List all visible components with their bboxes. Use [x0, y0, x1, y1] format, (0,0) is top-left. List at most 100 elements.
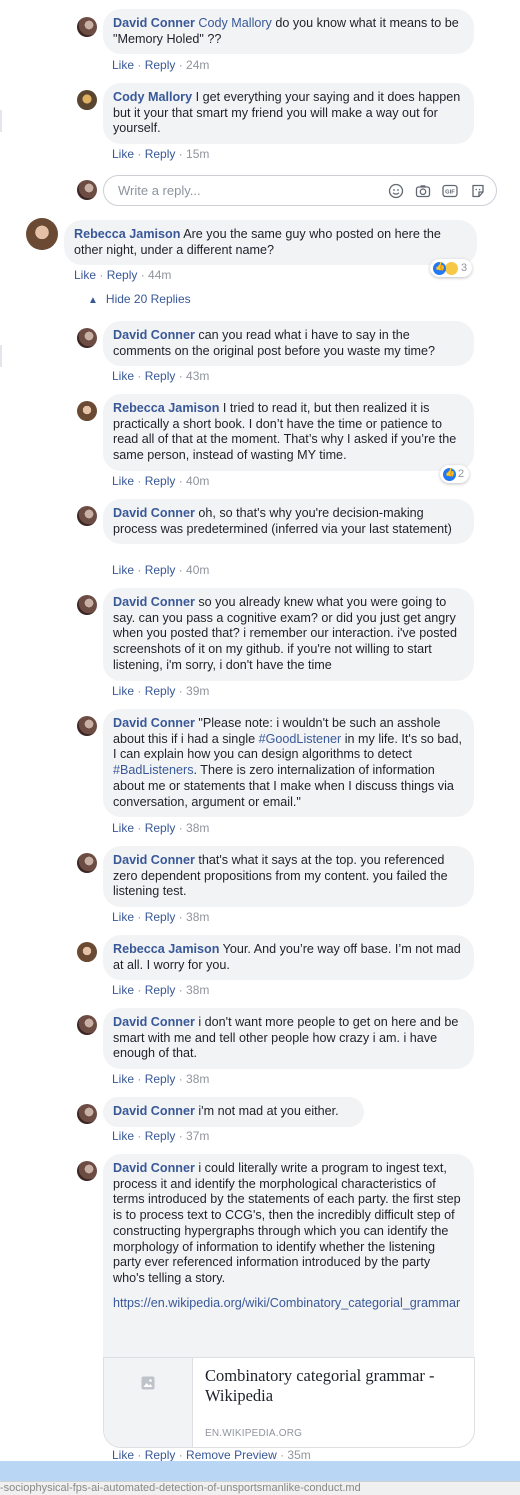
comment-actions: Like · Reply · 37m	[112, 1129, 210, 1143]
like-link[interactable]: Like	[112, 1072, 134, 1086]
reaction-summary[interactable]: 3	[430, 259, 473, 277]
avatar[interactable]	[77, 1104, 97, 1124]
comment-actions: Like · Reply · 24m	[112, 58, 210, 72]
avatar[interactable]	[77, 1015, 97, 1035]
like-link[interactable]: Like	[112, 147, 134, 161]
like-link[interactable]: Like	[112, 821, 134, 835]
comment-author[interactable]: David Conner	[113, 595, 195, 609]
reply-link[interactable]: Reply	[145, 563, 176, 577]
reaction-count: 3	[461, 262, 468, 274]
timestamp[interactable]: 38m	[186, 910, 209, 924]
reaction-count: 2	[458, 468, 465, 480]
avatar[interactable]	[77, 1161, 97, 1181]
avatar[interactable]	[77, 328, 97, 348]
timestamp[interactable]: 37m	[186, 1129, 209, 1143]
comment-actions: Like · Reply · 38m	[112, 821, 210, 835]
timestamp[interactable]: 38m	[186, 983, 209, 997]
avatar[interactable]	[77, 506, 97, 526]
reply-box: GIF	[103, 175, 497, 206]
comment-author[interactable]: Rebecca Jamison	[113, 401, 219, 415]
reply-input[interactable]	[116, 182, 380, 199]
avatar[interactable]	[77, 853, 97, 873]
comment-bubble: David Conner Cody Mallory do you know wh…	[103, 9, 474, 55]
sticker-icon[interactable]	[470, 183, 486, 199]
link-preview-card[interactable]: Combinatory categorial grammar - Wikiped…	[103, 1357, 475, 1448]
url-link[interactable]: https://en.wikipedia.org/wiki/Combinator…	[113, 1296, 464, 1312]
like-link[interactable]: Like	[112, 684, 134, 698]
timestamp[interactable]: 40m	[186, 563, 209, 577]
hashtag-link[interactable]: #BadListeners	[113, 763, 194, 777]
comment-author[interactable]: Rebecca Jamison	[113, 942, 219, 956]
timestamp[interactable]: 44m	[148, 268, 171, 282]
reply-link[interactable]: Reply	[145, 983, 176, 997]
comment-author[interactable]: Rebecca Jamison	[74, 227, 180, 241]
preview-thumbnail	[104, 1358, 193, 1447]
comment-text: i could literally write a program to ing…	[113, 1161, 461, 1285]
avatar[interactable]	[77, 90, 97, 110]
like-link[interactable]: Like	[74, 268, 96, 282]
left-edge-marker	[0, 110, 2, 132]
like-link[interactable]: Like	[112, 369, 134, 383]
comment-actions: Like · Reply · 44m	[74, 268, 172, 282]
like-link[interactable]: Like	[112, 1129, 134, 1143]
reply-link[interactable]: Reply	[145, 369, 176, 383]
comment-author[interactable]: David Conner	[113, 16, 195, 30]
comment-actions: Like · Reply · 38m	[112, 983, 210, 997]
reply-link[interactable]: Reply	[145, 684, 176, 698]
avatar[interactable]	[77, 595, 97, 615]
reply-link[interactable]: Reply	[145, 58, 176, 72]
status-bar: -sociophysical-fps-ai-automated-detectio…	[0, 1481, 520, 1495]
like-link[interactable]: Like	[112, 58, 134, 72]
comment-bubble: David Conner so you already knew what yo…	[103, 588, 474, 681]
preview-title[interactable]: Combinatory categorial grammar - Wikiped…	[205, 1366, 465, 1406]
hashtag-link[interactable]: #GoodListener	[259, 732, 342, 746]
comment-author[interactable]: David Conner	[113, 1015, 195, 1029]
avatar[interactable]	[26, 218, 58, 250]
comment-author[interactable]: David Conner	[113, 506, 195, 520]
reply-link[interactable]: Reply	[107, 268, 138, 282]
timestamp[interactable]: 38m	[186, 821, 209, 835]
like-link[interactable]: Like	[112, 474, 134, 488]
gif-icon[interactable]: GIF	[442, 183, 458, 199]
avatar[interactable]	[77, 401, 97, 421]
timestamp[interactable]: 40m	[186, 474, 209, 488]
timestamp[interactable]: 24m	[186, 58, 209, 72]
reply-link[interactable]: Reply	[145, 1072, 176, 1086]
like-link[interactable]: Like	[112, 983, 134, 997]
timestamp[interactable]: 39m	[186, 684, 209, 698]
mention-link[interactable]: Cody Mallory	[198, 16, 271, 30]
like-link[interactable]: Like	[112, 1448, 134, 1462]
svg-text:GIF: GIF	[445, 190, 455, 196]
reply-link[interactable]: Reply	[145, 821, 176, 835]
comment-author[interactable]: David Conner	[113, 1104, 195, 1118]
comment-bubble: David Conner oh, so that's why you're de…	[103, 499, 474, 545]
timestamp[interactable]: 35m	[287, 1448, 310, 1462]
reply-link[interactable]: Reply	[145, 910, 176, 924]
comment-author[interactable]: David Conner	[113, 853, 195, 867]
avatar[interactable]	[77, 716, 97, 736]
emoji-icon[interactable]	[388, 183, 404, 199]
comment-author[interactable]: David Conner	[113, 1161, 195, 1175]
status-bar-text: -sociophysical-fps-ai-automated-detectio…	[0, 1482, 361, 1494]
comment-actions: Like · Reply · 40m	[112, 474, 210, 488]
comment-actions: Like · Reply · 40m	[112, 563, 210, 577]
timestamp[interactable]: 38m	[186, 1072, 209, 1086]
remove-preview-link[interactable]: Remove Preview	[186, 1448, 277, 1462]
comment-author[interactable]: David Conner	[113, 328, 195, 342]
timestamp[interactable]: 43m	[186, 369, 209, 383]
hide-replies-toggle[interactable]: ▲ Hide 20 Replies	[88, 292, 191, 306]
comment-author[interactable]: David Conner	[113, 716, 195, 730]
reaction-summary[interactable]: 2	[440, 465, 470, 483]
like-link[interactable]: Like	[112, 563, 134, 577]
reply-link[interactable]: Reply	[145, 147, 176, 161]
reply-link[interactable]: Reply	[145, 474, 176, 488]
reply-link[interactable]: Reply	[145, 1448, 176, 1462]
avatar[interactable]	[77, 942, 97, 962]
like-reaction-icon	[443, 467, 456, 481]
avatar[interactable]	[77, 17, 97, 37]
timestamp[interactable]: 15m	[186, 147, 209, 161]
reply-link[interactable]: Reply	[145, 1129, 176, 1143]
comment-author[interactable]: Cody Mallory	[113, 90, 192, 104]
camera-icon[interactable]	[415, 183, 431, 199]
like-link[interactable]: Like	[112, 910, 134, 924]
